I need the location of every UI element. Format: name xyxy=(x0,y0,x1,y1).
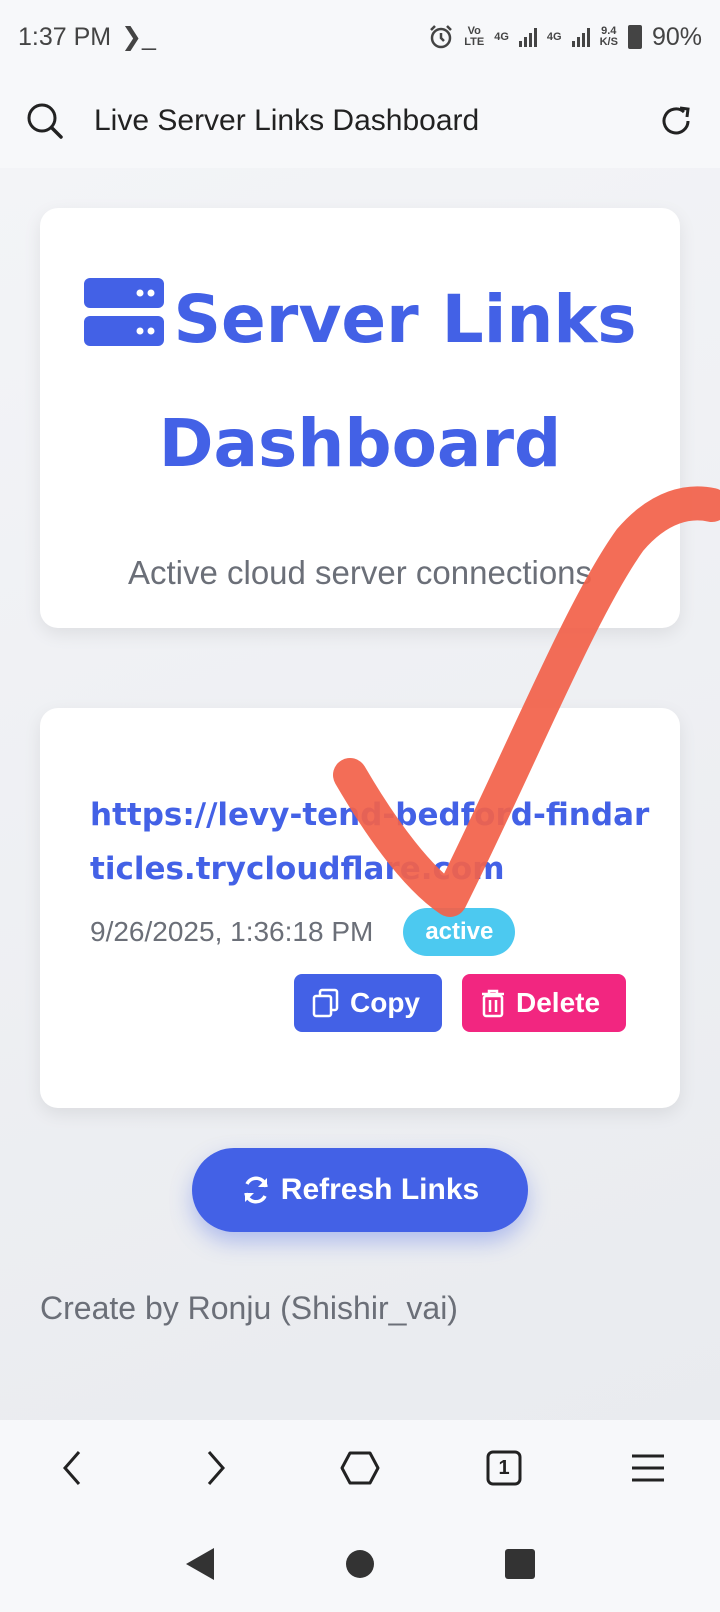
heading-text: Server Links Dashboard xyxy=(158,281,637,482)
copy-icon xyxy=(312,988,339,1018)
server-icon xyxy=(83,264,164,384)
browser-address-bar: Live Server Links Dashboard xyxy=(0,74,720,168)
back-triangle-icon[interactable] xyxy=(172,1536,228,1592)
page-title-address[interactable]: Live Server Links Dashboard xyxy=(94,104,628,138)
network-type-1: 4G xyxy=(494,30,509,43)
status-time: 1:37 PM xyxy=(18,22,112,51)
volte-indicator: Vo LTE xyxy=(464,25,485,48)
link-card: https://levy-tend-bedford-findarticles.t… xyxy=(40,708,680,1108)
back-icon[interactable] xyxy=(44,1440,100,1496)
delete-label: Delete xyxy=(516,987,601,1018)
network-speed: 9.4 K/S xyxy=(599,25,618,48)
page-heading: Server Links Dashboard xyxy=(40,260,680,504)
refresh-label: Refresh Links xyxy=(280,1173,480,1206)
link-meta: 9/26/2025, 1:36:18 PM active xyxy=(90,908,516,956)
alarm-icon xyxy=(430,25,453,49)
home-circle-icon[interactable] xyxy=(332,1536,388,1592)
tab-count: 1 xyxy=(498,1456,510,1479)
system-navigation xyxy=(0,1516,720,1612)
reload-icon[interactable] xyxy=(658,103,694,139)
search-icon[interactable] xyxy=(26,102,64,140)
page-content: Server Links Dashboard Active cloud serv… xyxy=(0,168,720,1420)
terminal-icon: ❯_ xyxy=(121,23,156,51)
footer-credit: Create by Ronju (Shishir_vai) xyxy=(40,1290,458,1326)
link-actions: Copy Delete xyxy=(294,974,626,1032)
battery-icon xyxy=(627,25,642,49)
browser-toolbar: 1 xyxy=(0,1420,720,1516)
forward-icon[interactable] xyxy=(188,1440,244,1496)
home-icon[interactable] xyxy=(332,1440,388,1496)
copy-button[interactable]: Copy xyxy=(294,974,442,1032)
delete-button[interactable]: Delete xyxy=(462,974,626,1032)
recents-square-icon[interactable] xyxy=(492,1536,548,1592)
status-badge: active xyxy=(403,908,516,956)
sync-icon xyxy=(244,1176,268,1204)
refresh-links-button[interactable]: Refresh Links xyxy=(192,1148,528,1232)
signal-icon-2 xyxy=(571,27,590,47)
link-timestamp: 9/26/2025, 1:36:18 PM xyxy=(90,916,374,947)
signal-icon-1 xyxy=(518,27,537,47)
battery-percent: 90% xyxy=(651,22,702,51)
menu-icon[interactable] xyxy=(620,1440,676,1496)
tabs-icon[interactable]: 1 xyxy=(476,1440,532,1496)
trash-icon xyxy=(482,989,504,1018)
server-link-url[interactable]: https://levy-tend-bedford-findarticles.t… xyxy=(90,788,650,896)
page-subtitle: Active cloud server connections xyxy=(127,554,593,591)
header-card: Server Links Dashboard Active cloud serv… xyxy=(40,208,680,628)
network-type-2: 4G xyxy=(546,30,562,43)
copy-label: Copy xyxy=(350,987,420,1018)
status-bar: 1:37 PM ❯_ Vo LTE 4G 4G 9.4 K/S 90% xyxy=(0,0,720,74)
